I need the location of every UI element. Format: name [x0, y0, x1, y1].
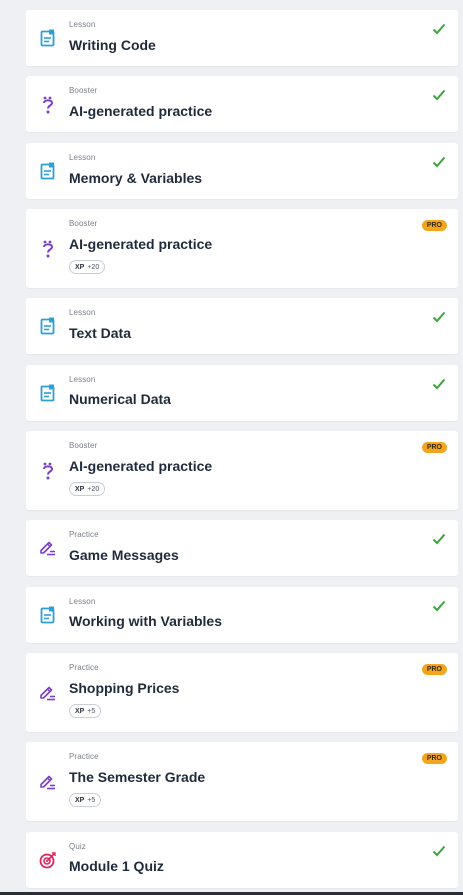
item-title: Shopping Prices: [69, 680, 180, 696]
list-item-ai-generated-practice[interactable]: Booster AI-generated practice PRO XP +20: [26, 431, 458, 510]
check-icon: [432, 378, 446, 390]
booster-icon: [38, 95, 58, 115]
item-title: Text Data: [69, 325, 131, 341]
list-item-memory-variables[interactable]: Lesson Memory & Variables: [26, 143, 458, 199]
check-icon: [432, 311, 446, 323]
lesson-icon: [38, 161, 58, 181]
xp-label: XP: [75, 796, 85, 804]
lesson-icon: [38, 28, 58, 48]
check-icon: [432, 845, 446, 857]
item-title: AI-generated practice: [69, 458, 213, 474]
item-type: Practice: [69, 752, 99, 761]
item-type: Lesson: [69, 20, 96, 29]
item-title: Writing Code: [69, 37, 156, 53]
item-title: Numerical Data: [69, 391, 171, 407]
item-type: Lesson: [69, 597, 96, 606]
xp-label: XP: [75, 263, 85, 271]
item-type: Practice: [69, 663, 99, 672]
check-icon: [432, 600, 446, 612]
list-item-ai-generated-practice[interactable]: Booster AI-generated practice PRO XP +20: [26, 209, 458, 288]
item-type: Lesson: [69, 153, 96, 162]
check-icon: [432, 23, 446, 35]
item-type: Practice: [69, 530, 99, 539]
item-type: Lesson: [69, 375, 96, 384]
pro-badge: PRO: [421, 220, 447, 231]
xp-badge: XP +5: [69, 793, 102, 807]
item-title: Working with Variables: [69, 613, 223, 629]
list-item-numerical-data[interactable]: Lesson Numerical Data: [26, 365, 458, 421]
practice-icon: [38, 538, 58, 558]
lesson-icon: [38, 383, 58, 403]
list-item-game-messages[interactable]: Practice Game Messages: [26, 520, 458, 576]
item-title: The Semester Grade: [69, 769, 206, 785]
list-item-writing-code[interactable]: Lesson Writing Code: [26, 10, 458, 66]
check-icon: [432, 533, 446, 545]
check-icon: [432, 89, 446, 101]
pro-badge: PRO: [421, 442, 447, 453]
item-title: Game Messages: [69, 547, 179, 563]
list-item-shopping-prices[interactable]: Practice Shopping Prices PRO XP +5: [26, 653, 458, 732]
check-icon: [432, 156, 446, 168]
booster-icon: [38, 461, 58, 481]
practice-icon: [38, 683, 58, 703]
xp-badge: XP +5: [69, 704, 102, 718]
lesson-list: Lesson Writing Code Booster AI-generated…: [26, 0, 458, 895]
xp-label: XP: [75, 707, 85, 715]
xp-badge: XP +20: [69, 260, 106, 274]
item-title: AI-generated practice: [69, 236, 213, 252]
item-type: Booster: [69, 86, 98, 95]
booster-icon: [38, 239, 58, 259]
item-type: Booster: [69, 219, 98, 228]
item-title: Module 1 Quiz: [69, 858, 164, 874]
xp-value: +20: [87, 485, 100, 493]
item-type: Lesson: [69, 308, 96, 317]
list-item-text-data[interactable]: Lesson Text Data: [26, 298, 458, 354]
list-item-module-1-quiz[interactable]: Quiz Module 1 Quiz: [26, 832, 458, 888]
pro-badge: PRO: [421, 664, 447, 675]
quiz-icon: [38, 850, 58, 870]
list-item-the-semester-grade[interactable]: Practice The Semester Grade PRO XP +5: [26, 742, 458, 821]
list-item-working-with-variables[interactable]: Lesson Working with Variables: [26, 587, 458, 643]
list-item-ai-generated-practice[interactable]: Booster AI-generated practice: [26, 76, 458, 132]
pro-badge: PRO: [421, 753, 447, 764]
item-title: Memory & Variables: [69, 170, 203, 186]
lesson-icon: [38, 605, 58, 625]
item-type: Booster: [69, 441, 98, 450]
xp-label: XP: [75, 485, 85, 493]
item-title: AI-generated practice: [69, 103, 213, 119]
lesson-icon: [38, 316, 58, 336]
xp-value: +5: [87, 796, 96, 804]
xp-value: +20: [87, 263, 100, 271]
practice-icon: [38, 772, 58, 792]
xp-value: +5: [87, 707, 96, 715]
item-type: Quiz: [69, 842, 86, 851]
xp-badge: XP +20: [69, 482, 106, 496]
